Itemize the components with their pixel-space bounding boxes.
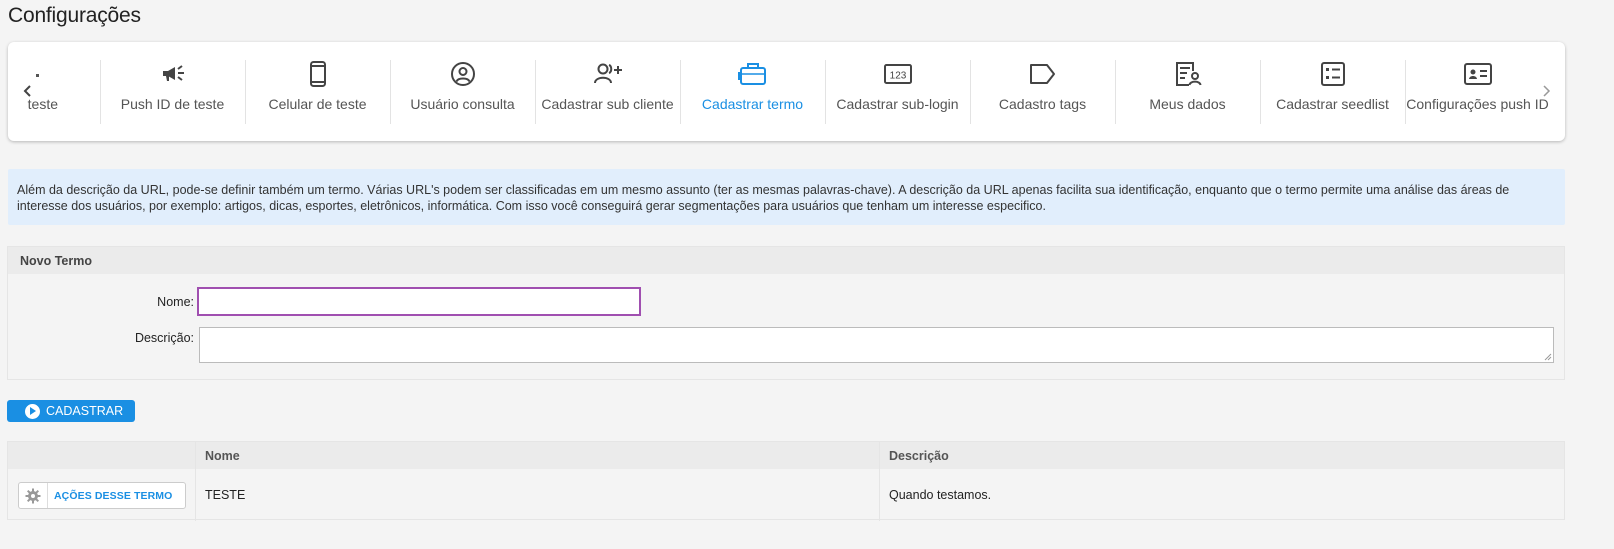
cadastrar-button[interactable]: CADASTRAR — [7, 400, 135, 422]
carousel-item-celular-teste[interactable]: Celular de teste — [245, 60, 390, 124]
cell-nome: TESTE — [205, 488, 246, 502]
user-circle-icon — [450, 62, 475, 86]
list-icon — [1320, 62, 1345, 86]
carousel-item-cadastrar-termo[interactable]: Cadastrar termo — [680, 60, 825, 124]
numeric-keypad-icon: 123 — [883, 64, 912, 84]
form-header: Novo Termo — [8, 247, 1564, 274]
megaphone-icon — [162, 65, 184, 81]
smartphone-icon — [309, 61, 326, 87]
gear-icon — [19, 483, 48, 508]
carousel-item-configuracoes-push-id[interactable]: Configurações push ID — [1405, 60, 1550, 124]
nome-label: Nome: — [157, 295, 194, 309]
column-header-nome: Nome — [205, 449, 240, 463]
add-user-icon — [593, 63, 622, 84]
carousel-item-meus-dados[interactable]: Meus dados — [1115, 60, 1260, 124]
user-document-icon — [1175, 62, 1201, 86]
carousel-next-button[interactable] — [1536, 78, 1556, 104]
table-header: Nome Descrição — [8, 442, 1564, 469]
carousel-item-usuario-consulta[interactable]: Usuário consulta — [390, 60, 535, 124]
carousel-item-push-id-teste[interactable]: Push ID de teste — [100, 60, 245, 124]
svg-text:123: 123 — [889, 71, 906, 82]
settings-carousel: teste Push ID de teste Celular de teste … — [8, 42, 1565, 141]
chevron-right-icon — [1543, 85, 1551, 97]
nome-input[interactable] — [197, 287, 641, 316]
info-message: Além da descrição da URL, pode-se defini… — [8, 169, 1565, 225]
table-row: AÇÕES DESSE TERMO TESTE Quando testamos. — [8, 469, 1564, 520]
partial-icon — [35, 74, 39, 77]
id-card-icon — [1463, 63, 1492, 85]
descricao-label: Descrição: — [134, 331, 194, 345]
carousel-item-cadastrar-seedlist[interactable]: Cadastrar seedlist — [1260, 60, 1405, 124]
page-title: Configurações — [8, 4, 141, 27]
carousel-item-cadastrar-sub-cliente[interactable]: Cadastrar sub cliente — [535, 60, 680, 124]
novo-termo-form: Novo Termo Nome: Descrição: — [7, 246, 1565, 380]
briefcase-icon — [737, 63, 766, 85]
acoes-termo-label: AÇÕES DESSE TERMO — [54, 489, 173, 502]
carousel-item-cadastrar-sub-login[interactable]: 123 Cadastrar sub-login — [825, 60, 970, 124]
carousel-item-teste[interactable]: teste — [0, 60, 58, 124]
tag-icon — [1029, 64, 1055, 84]
carousel-item-cadastro-tags[interactable]: Cadastro tags — [970, 60, 1115, 124]
cell-descricao: Quando testamos. — [889, 488, 992, 502]
descricao-textarea[interactable] — [199, 327, 1554, 363]
column-header-descricao: Descrição — [889, 449, 949, 463]
resize-handle-icon[interactable] — [1544, 353, 1552, 361]
acoes-termo-button[interactable]: AÇÕES DESSE TERMO — [18, 482, 186, 509]
cadastrar-button-label: CADASTRAR — [46, 404, 124, 418]
play-icon — [25, 403, 40, 419]
termos-table: Nome Descrição AÇÕES DESSE TERMO TESTE Q… — [7, 441, 1565, 521]
